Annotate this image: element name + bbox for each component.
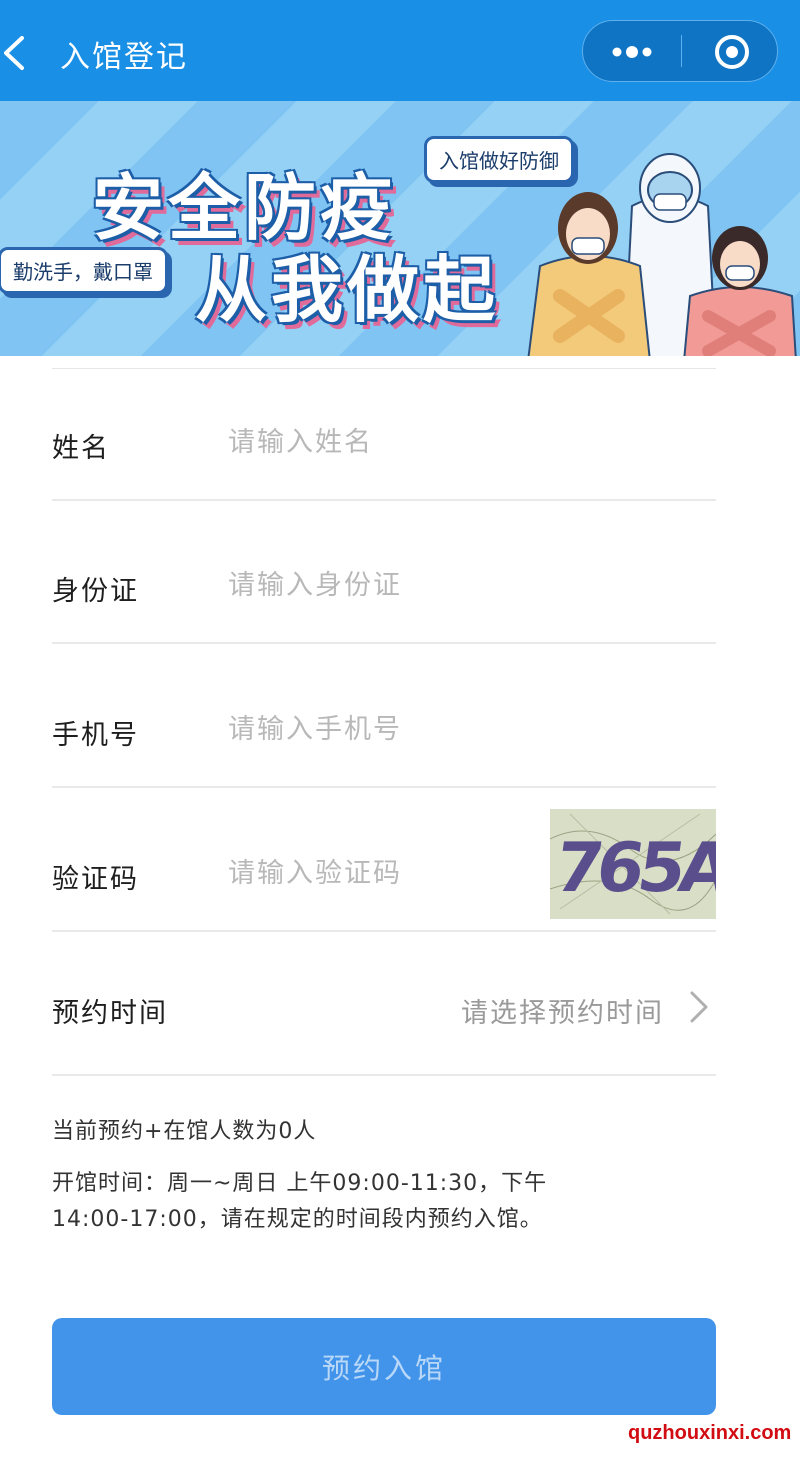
more-button[interactable] [583, 21, 681, 81]
row-divider [52, 1074, 716, 1076]
phone-row: 手机号 [52, 645, 716, 788]
banner-bubble-handwash: 勤洗手，戴口罩 [0, 247, 168, 294]
id-card-input[interactable] [228, 563, 528, 607]
captcha-image[interactable]: 765A [550, 809, 716, 919]
chevron-left-icon [4, 36, 24, 70]
row-divider [52, 786, 716, 788]
time-label: 预约时间 [52, 998, 168, 1029]
phone-label: 手机号 [52, 720, 139, 751]
people-illustration [527, 153, 797, 356]
more-dots-icon [612, 46, 652, 58]
chevron-right-icon [690, 991, 708, 1023]
nav-header: 入馆登记 [0, 0, 800, 101]
id-card-row: 身份证 [52, 501, 716, 644]
opening-hours-line-1: 开馆时间：周一~周日 上午09:00-11:30，下午 [52, 1171, 548, 1196]
time-row[interactable]: 预约时间 请选择预约时间 [52, 933, 716, 1076]
close-button[interactable] [682, 21, 778, 81]
opening-hours-line-2: 14:00-17:00，请在规定的时间段内预约入馆。 [52, 1207, 543, 1232]
mini-program-capsule [582, 20, 778, 82]
name-row: 姓名 [52, 358, 716, 501]
reserve-button[interactable]: 预约入馆 [52, 1318, 716, 1415]
visitor-count-text: 当前预约+在馆人数为0人 [52, 1119, 317, 1144]
captcha-noise: 765A [550, 813, 716, 915]
captcha-input[interactable] [228, 851, 528, 895]
back-button[interactable] [0, 22, 40, 82]
time-select[interactable]: 请选择预约时间 [461, 991, 664, 1030]
phone-input[interactable] [228, 707, 528, 751]
watermark: quzhouxinxi.com [628, 1422, 792, 1444]
captcha-text: 765A [550, 829, 716, 908]
captcha-label: 验证码 [52, 864, 139, 895]
id-card-label: 身份证 [52, 576, 139, 607]
row-divider [52, 930, 716, 932]
banner-headline-2: 从我做起 [195, 248, 500, 332]
epidemic-banner: 安全防疫 从我做起 入馆做好防御 勤洗手，戴口罩 [0, 101, 800, 356]
captcha-row: 验证码 765A [52, 789, 716, 932]
opening-hours-text: 开馆时间：周一~周日 上午09:00-11:30，下午 14:00-17:00，… [52, 1166, 662, 1238]
name-label: 姓名 [52, 433, 110, 464]
row-divider [52, 642, 716, 644]
page-title: 入馆登记 [60, 40, 188, 75]
name-input[interactable] [228, 420, 528, 464]
target-close-icon [715, 35, 749, 69]
